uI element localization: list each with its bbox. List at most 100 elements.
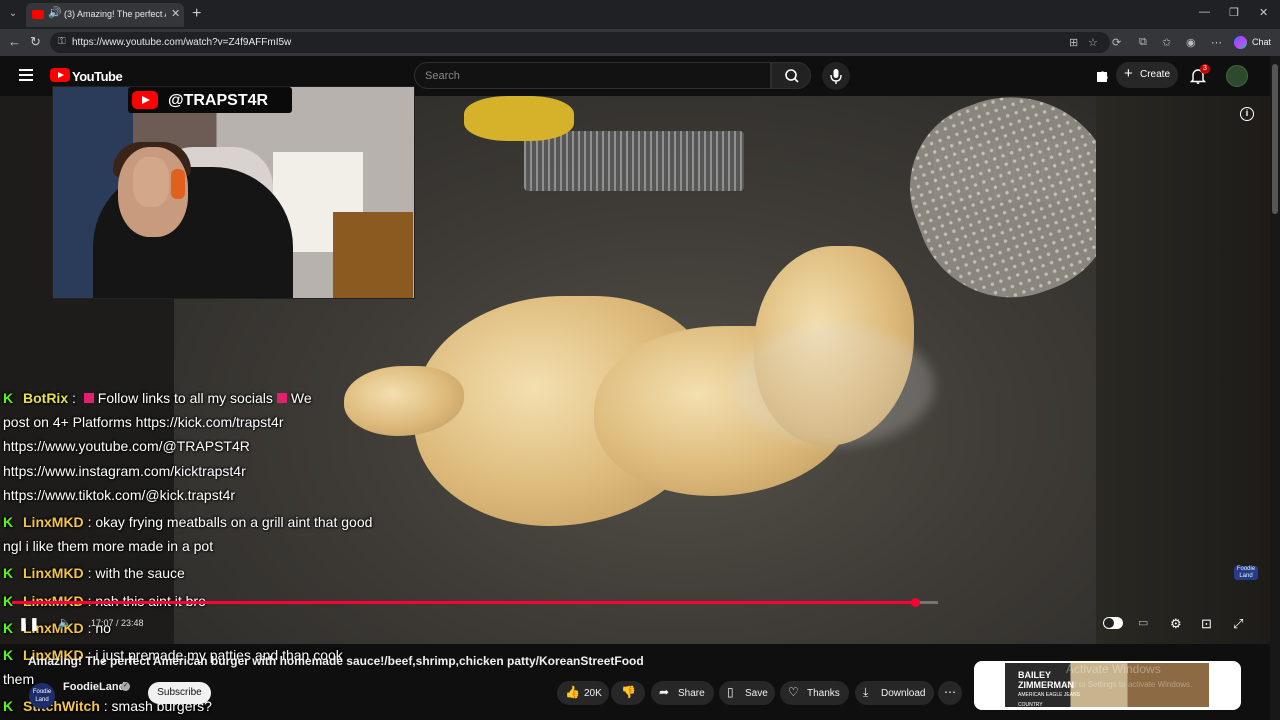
fullscreen-icon[interactable]: ⤢ xyxy=(1233,616,1243,632)
back-icon[interactable]: ← xyxy=(8,34,21,49)
kick-icon: K xyxy=(3,565,14,582)
download-icon: ⤓ xyxy=(863,685,869,699)
thumbs-up-icon: 👍 xyxy=(565,685,580,699)
scrollbar-thumb[interactable] xyxy=(1272,64,1278,214)
cheese-blob xyxy=(464,96,574,141)
progress-played xyxy=(12,601,915,604)
volume-icon[interactable]: 🔈 xyxy=(58,616,72,629)
browser-tab[interactable]: 🔊 (3) Amazing! The perfect Amer ✕ xyxy=(26,3,184,27)
search-icon xyxy=(785,69,799,83)
download-label: Download xyxy=(881,688,926,699)
chat-message-cont: https://www.youtube.com/@TRAPST4R xyxy=(3,438,250,455)
video-side-panel xyxy=(1096,96,1270,644)
voice-search-button[interactable] xyxy=(822,62,850,90)
app-root: ⌄ 🔊 (3) Amazing! The perfect Amer ✕ + — … xyxy=(0,0,1280,720)
kick-icon: K xyxy=(3,647,14,664)
youtube-favicon-icon xyxy=(32,10,44,19)
thanks-label: Thanks xyxy=(807,688,840,699)
download-button[interactable]: ⤓ Download xyxy=(855,681,934,705)
windows-watermark: Activate Windows Go to Settings to activ… xyxy=(1066,662,1192,692)
more-menu-icon[interactable]: ⋯ xyxy=(1211,36,1222,49)
chat-username: BotRix xyxy=(23,390,69,406)
more-actions-button[interactable]: ⋯ xyxy=(938,681,962,705)
thanks-button[interactable]: ♡ Thanks xyxy=(780,681,849,705)
emote-icon xyxy=(83,393,94,403)
chat-message: K LinxMKD : okay frying meatballs on a gr… xyxy=(3,510,443,534)
account-avatar[interactable] xyxy=(1226,65,1248,87)
play-pause-icon[interactable]: ❚❚ xyxy=(18,616,40,632)
info-icon[interactable]: i xyxy=(1240,107,1254,121)
progress-scrubber[interactable] xyxy=(911,598,920,607)
time-display: 17:07 / 23:48 xyxy=(91,618,144,628)
youtube-logo-icon xyxy=(132,91,158,109)
kick-icon: K xyxy=(3,514,14,531)
settings-gear-icon[interactable]: ⚙ xyxy=(1170,616,1182,632)
chat-message-cont: https://www.instagram.com/kicktrapst4r xyxy=(3,462,246,479)
notification-count-badge: 3 xyxy=(1200,64,1210,74)
extensions-icon[interactable]: ⧉ xyxy=(1139,36,1147,49)
tab-title: (3) Amazing! The perfect Amer xyxy=(64,9,166,19)
copilot-icon xyxy=(1234,36,1247,49)
channel-watermark-logo[interactable]: Foodie Land xyxy=(1234,566,1258,580)
emote-icon xyxy=(276,393,287,403)
browser-tab-bar: ⌄ 🔊 (3) Amazing! The perfect Amer ✕ + — … xyxy=(0,0,1280,29)
watermark-line2: Go to Settings to activate Windows. xyxy=(1066,680,1193,689)
save-button[interactable]: ▯ Save xyxy=(719,681,775,705)
subtitles-icon[interactable]: ▭ xyxy=(1138,616,1148,629)
create-button[interactable]: + Create xyxy=(1116,62,1178,88)
url-text: https://www.youtube.com/watch?v=Z4f9AFFm… xyxy=(72,37,292,48)
minimize-icon[interactable]: — xyxy=(1199,6,1210,18)
share-icon: ➦ xyxy=(659,685,670,699)
refresh-extension-icon[interactable]: ⟳ xyxy=(1112,36,1121,49)
bookmark-icon: ▯ xyxy=(727,685,734,699)
youtube-wordmark[interactable]: YouTube xyxy=(72,69,123,84)
video-title: Amazing! The perfect American burger wit… xyxy=(28,654,644,668)
close-window-icon[interactable]: ✕ xyxy=(1259,6,1268,19)
more-icon: ⋯ xyxy=(944,685,956,699)
steam xyxy=(734,326,934,446)
dislike-button[interactable]: 👎 xyxy=(611,681,645,705)
share-label: Share xyxy=(678,688,705,699)
autoplay-toggle[interactable] xyxy=(1103,617,1123,629)
extension-puzzle-icon[interactable] xyxy=(1094,68,1110,84)
browser-address-bar: ← ↻ ⚿ https://www.youtube.com/watch?v=Z4… xyxy=(0,29,1280,56)
tab-list-icon[interactable]: ⌄ xyxy=(4,5,22,23)
app-available-icon[interactable]: ⊞ xyxy=(1069,36,1078,49)
menu-icon[interactable] xyxy=(19,69,33,81)
youtube-logo-icon[interactable] xyxy=(50,68,70,82)
create-label: Create xyxy=(1140,69,1171,80)
site-info-icon[interactable]: ⚿ xyxy=(58,36,66,47)
copilot-chat-button[interactable]: Chat xyxy=(1232,33,1276,52)
favorites-icon[interactable]: ✩ xyxy=(1162,36,1171,49)
favorite-star-icon[interactable]: ☆ xyxy=(1088,36,1098,49)
channel-avatar[interactable]: Foodie Land xyxy=(29,683,55,709)
close-tab-icon[interactable]: ✕ xyxy=(171,7,180,20)
reload-icon[interactable]: ↻ xyxy=(30,34,41,50)
chat-message: K LinxMKD : with the sauce xyxy=(3,561,443,585)
channel-name[interactable]: FoodieLand xyxy=(63,681,125,693)
share-button[interactable]: ➦ Share xyxy=(651,681,714,705)
kick-icon: K xyxy=(3,390,14,406)
thumbs-down-icon: 👎 xyxy=(621,685,636,699)
url-field[interactable]: ⚿ https://www.youtube.com/watch?v=Z4f9AF… xyxy=(50,32,1110,53)
search-input[interactable] xyxy=(425,68,755,84)
microphone-icon xyxy=(830,69,842,84)
chat-username: LinxMKD xyxy=(23,514,84,531)
speaker-icon[interactable]: 🔊 xyxy=(48,6,62,19)
like-button[interactable]: 👍 20K xyxy=(557,681,609,705)
new-tab-icon[interactable]: + xyxy=(192,5,201,23)
chat-label: Chat xyxy=(1252,37,1272,47)
chat-text: : okay frying meatballs on a grill aint … xyxy=(87,514,373,531)
maximize-icon[interactable]: ❐ xyxy=(1229,6,1239,19)
profile-icon[interactable]: ◉ xyxy=(1186,36,1196,49)
chat-text: : with the sauce xyxy=(87,565,185,582)
theater-mode-icon[interactable]: ⊡ xyxy=(1201,616,1212,632)
thanks-icon: ♡ xyxy=(788,685,799,699)
search-button[interactable] xyxy=(771,62,811,89)
subscribe-button[interactable]: Subscribe xyxy=(148,682,211,704)
grill-rack-left xyxy=(524,131,744,191)
chat-message-cont: https://www.tiktok.com/@kick.trapst4r xyxy=(3,486,236,503)
page-scrollbar[interactable] xyxy=(1270,56,1280,720)
plus-icon: + xyxy=(1124,65,1133,82)
like-count: 20K xyxy=(584,688,602,699)
